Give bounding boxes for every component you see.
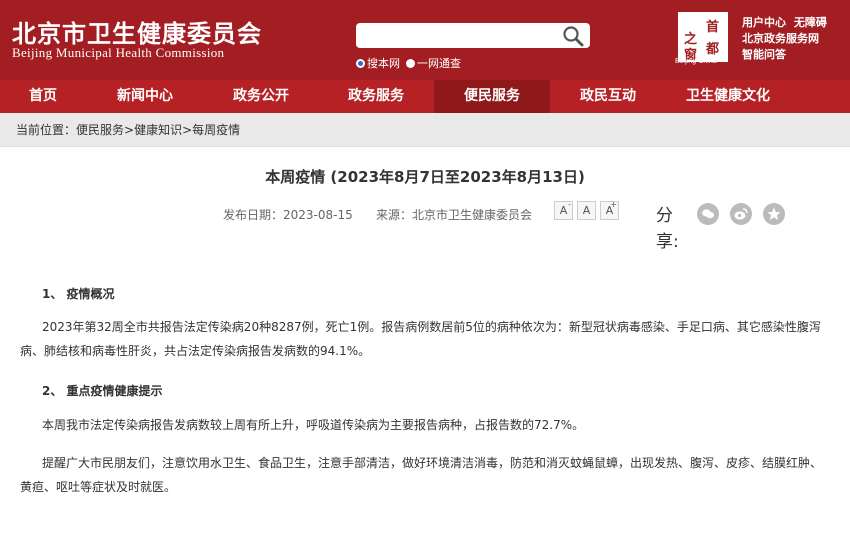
nav-health-culture[interactable]: 卫生健康文化: [666, 80, 790, 113]
search-input[interactable]: [364, 25, 554, 46]
accessibility-link[interactable]: 无障碍: [794, 16, 827, 29]
font-decrease-button[interactable]: A-: [554, 201, 573, 220]
radio-search-site-label: 搜本网: [367, 57, 400, 70]
radio-checked-icon: [356, 58, 365, 68]
article-paragraph: 提醒广大市民朋友们，注意饮用水卫生、食品卫生，注意手部清洁，做好环境清洁消毒，防…: [20, 456, 823, 494]
site-header: 北京市卫生健康委员会 Beijing Municipal Health Comm…: [0, 0, 850, 80]
top-links: 用户中心 无障碍 北京政务服务网 智能问答: [742, 15, 827, 63]
search-box: [356, 23, 590, 48]
radio-unchecked-icon: [406, 58, 415, 68]
date-label: 发布日期：: [223, 208, 284, 222]
gov-service-link[interactable]: 北京政务服务网: [742, 32, 819, 45]
search-icon: [563, 26, 584, 47]
logo-title-cn[interactable]: 北京市卫生健康委员会: [12, 14, 262, 49]
nav-interaction[interactable]: 政民互动: [550, 80, 666, 113]
weibo-icon[interactable]: [730, 203, 752, 225]
main-nav: 首页 新闻中心 政务公开 政务服务 便民服务 政民互动 卫生健康文化: [0, 80, 850, 113]
breadcrumb: 当前位置：便民服务>健康知识>每周疫情: [0, 113, 850, 147]
logo-title-en[interactable]: Beijing Municipal Health Commission: [12, 45, 224, 61]
seal-char: 都: [706, 42, 720, 57]
breadcrumb-prefix: 当前位置：: [16, 123, 77, 137]
nav-gov-services[interactable]: 政务服务: [318, 80, 434, 113]
nav-home[interactable]: 首页: [0, 80, 86, 113]
section-heading: 2、 重点疫情健康提示: [42, 384, 163, 398]
nav-public-services[interactable]: 便民服务: [434, 80, 550, 113]
article-paragraph: 本周我市法定传染病报告发病数较上周有所上升，呼吸道传染病为主要报告病种，占报告数…: [42, 418, 585, 432]
share-label: 分享:: [656, 206, 679, 252]
source-label: 来源：: [376, 208, 413, 222]
font-reset-label: A: [582, 204, 591, 217]
search-scope: 搜本网 一网通查: [356, 55, 467, 71]
section-heading: 1、 疫情概况: [42, 287, 115, 301]
font-reset-button[interactable]: A: [577, 201, 596, 220]
capital-window-logo[interactable]: 之 首 窗 都: [678, 12, 728, 63]
article-title: 本周疫情 (2023年8月7日至2023年8月13日): [265, 168, 585, 186]
breadcrumb-item[interactable]: 便民服务: [76, 123, 124, 137]
font-decrease-label: A: [559, 204, 568, 217]
seal-char: 首: [706, 20, 720, 35]
breadcrumb-sep: >: [182, 123, 193, 137]
breadcrumb-sep: >: [124, 123, 135, 137]
font-size-controls: A- A A +: [554, 201, 623, 220]
publish-date: 发布日期：2023-08-15: [223, 206, 353, 223]
nav-news[interactable]: 新闻中心: [86, 80, 204, 113]
seal-caption: Beijing-China: [675, 58, 717, 65]
date-value: 2023-08-15: [283, 208, 353, 222]
nav-gov-affairs-open[interactable]: 政务公开: [204, 80, 318, 113]
favorite-icon[interactable]: [763, 203, 785, 225]
source-value: 北京市卫生健康委员会: [412, 208, 533, 222]
search-button[interactable]: [562, 25, 584, 47]
breadcrumb-item[interactable]: 每周疫情: [192, 123, 240, 137]
wechat-icon[interactable]: [697, 203, 719, 225]
article-source: 来源：北京市卫生健康委员会: [376, 206, 532, 223]
radio-search-site[interactable]: 搜本网: [356, 55, 400, 71]
radio-search-all-label: 一网通查: [417, 57, 461, 70]
font-increase-button[interactable]: A +: [600, 201, 619, 220]
article-paragraph: 2023年第32周全市共报告法定传染病20种8287例，死亡1例。报告病例数居前…: [20, 320, 821, 358]
radio-search-all[interactable]: 一网通查: [406, 55, 461, 71]
smart-qa-link[interactable]: 智能问答: [742, 48, 786, 61]
user-center-link[interactable]: 用户中心: [742, 16, 786, 29]
breadcrumb-item[interactable]: 健康知识: [134, 123, 182, 137]
